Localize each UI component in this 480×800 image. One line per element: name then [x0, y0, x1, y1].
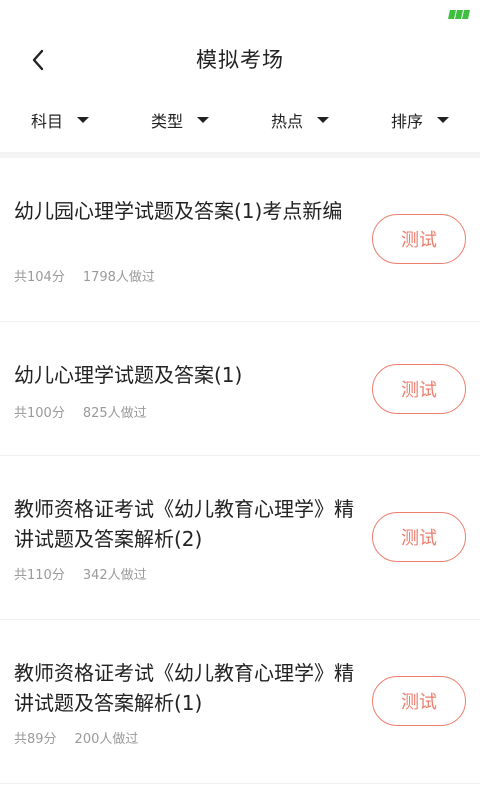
caret-down-icon [197, 117, 209, 123]
exam-meta: 共89分 200人做过 [14, 728, 156, 747]
exam-list: 幼儿园心理学试题及答案(1)考点新编 共104分 1798人做过 测试 幼儿心理学… [0, 158, 480, 784]
exam-item[interactable]: 教师资格证考试《幼儿教育心理学》精讲试题及答案解析(2) 共110分 342人做过… [0, 456, 480, 620]
exam-meta: 共110分 342人做过 [14, 564, 165, 583]
exam-item[interactable]: 教师资格证考试《幼儿教育心理学》精讲试题及答案解析(1) 共89分 200人做过 … [0, 620, 480, 784]
exam-title: 教师资格证考试《幼儿教育心理学》精讲试题及答案解析(2) [14, 497, 354, 551]
exam-title: 幼儿园心理学试题及答案(1)考点新编 [14, 199, 343, 223]
test-button[interactable]: 测试 [372, 676, 466, 726]
status-bar [0, 0, 480, 26]
exam-meta: 共100分 825人做过 [14, 402, 165, 421]
exam-meta: 共104分 1798人做过 [14, 266, 173, 285]
test-button[interactable]: 测试 [372, 512, 466, 562]
filter-hot[interactable]: 热点 [240, 96, 360, 144]
filter-subject[interactable]: 科目 [0, 96, 120, 144]
exam-count: 1798人做过 [82, 270, 155, 285]
exam-count: 825人做过 [82, 406, 147, 421]
filter-label: 科目 [30, 112, 63, 131]
exam-title: 教师资格证考试《幼儿教育心理学》精讲试题及答案解析(1) [14, 661, 354, 715]
exam-count: 342人做过 [82, 568, 147, 583]
exam-title: 幼儿心理学试题及答案(1) [14, 363, 243, 387]
caret-down-icon [437, 117, 449, 123]
filter-label: 热点 [270, 112, 303, 131]
exam-score: 共104分 [14, 270, 65, 285]
filter-sort[interactable]: 排序 [360, 96, 480, 144]
exam-count: 200人做过 [74, 732, 139, 747]
test-button[interactable]: 测试 [372, 214, 466, 264]
filter-type[interactable]: 类型 [120, 96, 240, 144]
battery-icon [448, 10, 470, 19]
exam-score: 共89分 [14, 732, 57, 747]
exam-item[interactable]: 幼儿心理学试题及答案(1) 共100分 825人做过 测试 [0, 322, 480, 456]
exam-score: 共110分 [14, 568, 65, 583]
filter-label: 类型 [150, 112, 183, 131]
caret-down-icon [317, 117, 329, 123]
exam-score: 共100分 [14, 406, 65, 421]
exam-item[interactable]: 幼儿园心理学试题及答案(1)考点新编 共104分 1798人做过 测试 [0, 158, 480, 322]
header: 模拟考场 [0, 26, 480, 92]
filter-label: 排序 [390, 112, 423, 131]
test-button[interactable]: 测试 [372, 364, 466, 414]
filter-bar: 科目 类型 热点 排序 [0, 96, 480, 144]
page-title: 模拟考场 [196, 48, 284, 72]
caret-down-icon [77, 117, 89, 123]
